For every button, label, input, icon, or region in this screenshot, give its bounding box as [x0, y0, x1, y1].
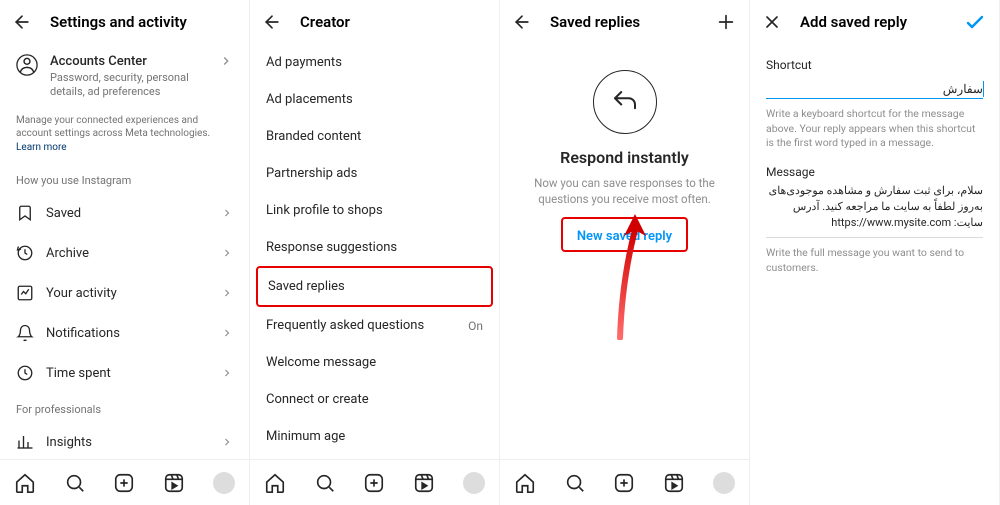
row-link-profile[interactable]: Link profile to shops — [250, 192, 499, 229]
row-ad-placements[interactable]: Ad placements — [250, 81, 499, 118]
panel-settings: Settings and activity Accounts Center Pa… — [0, 0, 250, 505]
chevron-right-icon — [221, 247, 233, 259]
add-icon[interactable] — [715, 11, 737, 33]
chevron-right-icon — [221, 287, 233, 299]
message-input[interactable]: سلام، برای ثبت سفارش و مشاهده موجودی‌های… — [750, 179, 999, 231]
row-notifications[interactable]: Notifications — [0, 313, 249, 353]
new-saved-reply-link[interactable]: New saved reply — [577, 229, 672, 244]
avatar[interactable] — [713, 472, 735, 494]
close-icon[interactable] — [762, 12, 782, 32]
header-title: Add saved reply — [800, 13, 907, 31]
accounts-center-sub: Password, security, personal details, ad… — [50, 71, 207, 100]
section-professionals: For professionals — [0, 393, 249, 422]
new-saved-reply-highlight: New saved reply — [561, 217, 688, 252]
row-insights[interactable]: Insights — [0, 422, 249, 462]
row-response-suggestions[interactable]: Response suggestions — [250, 229, 499, 266]
header: Creator — [250, 0, 499, 44]
section-how-you-use: How you use Instagram — [0, 164, 249, 193]
learn-more-link[interactable]: Learn more — [16, 142, 67, 153]
create-icon[interactable] — [613, 472, 635, 494]
chevron-right-icon — [221, 367, 233, 379]
check-icon[interactable] — [963, 10, 987, 34]
shortcut-helper: Write a keyboard shortcut for the messag… — [750, 101, 999, 161]
search-icon[interactable] — [564, 472, 586, 494]
reply-circle-icon — [593, 70, 657, 134]
create-icon[interactable] — [113, 472, 135, 494]
back-icon[interactable] — [512, 12, 532, 32]
row-your-activity[interactable]: Your activity — [0, 273, 249, 313]
content: Shortcut سفارش Write a keyboard shortcut… — [750, 44, 999, 505]
home-icon[interactable] — [14, 472, 36, 494]
row-time-spent[interactable]: Time spent — [0, 353, 249, 393]
reels-icon[interactable] — [163, 472, 185, 494]
avatar[interactable] — [213, 472, 235, 494]
message-label: Message — [750, 161, 999, 179]
row-ad-payments[interactable]: Ad payments — [250, 44, 499, 81]
row-minimum-age[interactable]: Minimum age — [250, 418, 499, 455]
row-faq[interactable]: Frequently asked questionsOn — [250, 307, 499, 344]
panel-creator: Creator Ad payments Ad placements Brande… — [250, 0, 500, 505]
content: Ad payments Ad placements Branded conten… — [250, 44, 499, 505]
meta-text: Manage your connected experiences and ac… — [0, 110, 249, 165]
reels-icon[interactable] — [413, 472, 435, 494]
home-icon[interactable] — [514, 472, 536, 494]
avatar[interactable] — [463, 472, 485, 494]
search-icon[interactable] — [314, 472, 336, 494]
chevron-right-icon — [219, 54, 233, 68]
insights-icon — [16, 433, 34, 451]
shortcut-input[interactable]: سفارش — [766, 82, 983, 99]
bottom-nav — [250, 459, 499, 505]
panel-add-saved-reply: Add saved reply Shortcut سفارش Write a k… — [750, 0, 1000, 505]
message-helper: Write the full message you want to send … — [750, 240, 999, 285]
home-icon[interactable] — [264, 472, 286, 494]
activity-icon — [16, 284, 34, 302]
accounts-center-text: Accounts Center Password, security, pers… — [50, 54, 207, 100]
panel-saved-replies: Saved replies Respond instantly Now you … — [500, 0, 750, 505]
row-connect-create[interactable]: Connect or create — [250, 381, 499, 418]
reels-icon[interactable] — [663, 472, 685, 494]
respond-instantly-sub: Now you can save responses to the questi… — [500, 175, 749, 207]
chevron-right-icon — [221, 207, 233, 219]
back-icon[interactable] — [262, 12, 282, 32]
header-title: Settings and activity — [50, 13, 187, 31]
header: Saved replies — [500, 0, 749, 44]
back-icon[interactable] — [12, 12, 32, 32]
header: Settings and activity — [0, 0, 249, 44]
bottom-nav — [500, 459, 749, 505]
bell-icon — [16, 324, 34, 342]
row-saved-replies[interactable]: Saved replies — [256, 266, 493, 307]
respond-instantly-title: Respond instantly — [560, 148, 689, 167]
bottom-nav — [0, 459, 249, 505]
header: Add saved reply — [750, 0, 999, 44]
accounts-center-icon — [16, 54, 38, 76]
row-archive[interactable]: Archive — [0, 233, 249, 273]
row-welcome-message[interactable]: Welcome message — [250, 344, 499, 381]
archive-icon — [16, 244, 34, 262]
content: Accounts Center Password, security, pers… — [0, 44, 249, 505]
create-icon[interactable] — [363, 472, 385, 494]
chevron-right-icon — [221, 436, 233, 448]
accounts-center-title: Accounts Center — [50, 54, 207, 69]
chevron-right-icon — [221, 327, 233, 339]
header-title: Saved replies — [550, 13, 640, 31]
bookmark-icon — [16, 204, 34, 222]
clock-icon — [16, 364, 34, 382]
row-saved[interactable]: Saved — [0, 193, 249, 233]
shortcut-label: Shortcut — [750, 44, 999, 72]
search-icon[interactable] — [64, 472, 86, 494]
accounts-center-row[interactable]: Accounts Center Password, security, pers… — [0, 44, 249, 110]
content: Respond instantly Now you can save respo… — [500, 44, 749, 505]
row-partnership-ads[interactable]: Partnership ads — [250, 155, 499, 192]
header-title: Creator — [300, 13, 350, 31]
row-branded-content[interactable]: Branded content — [250, 118, 499, 155]
